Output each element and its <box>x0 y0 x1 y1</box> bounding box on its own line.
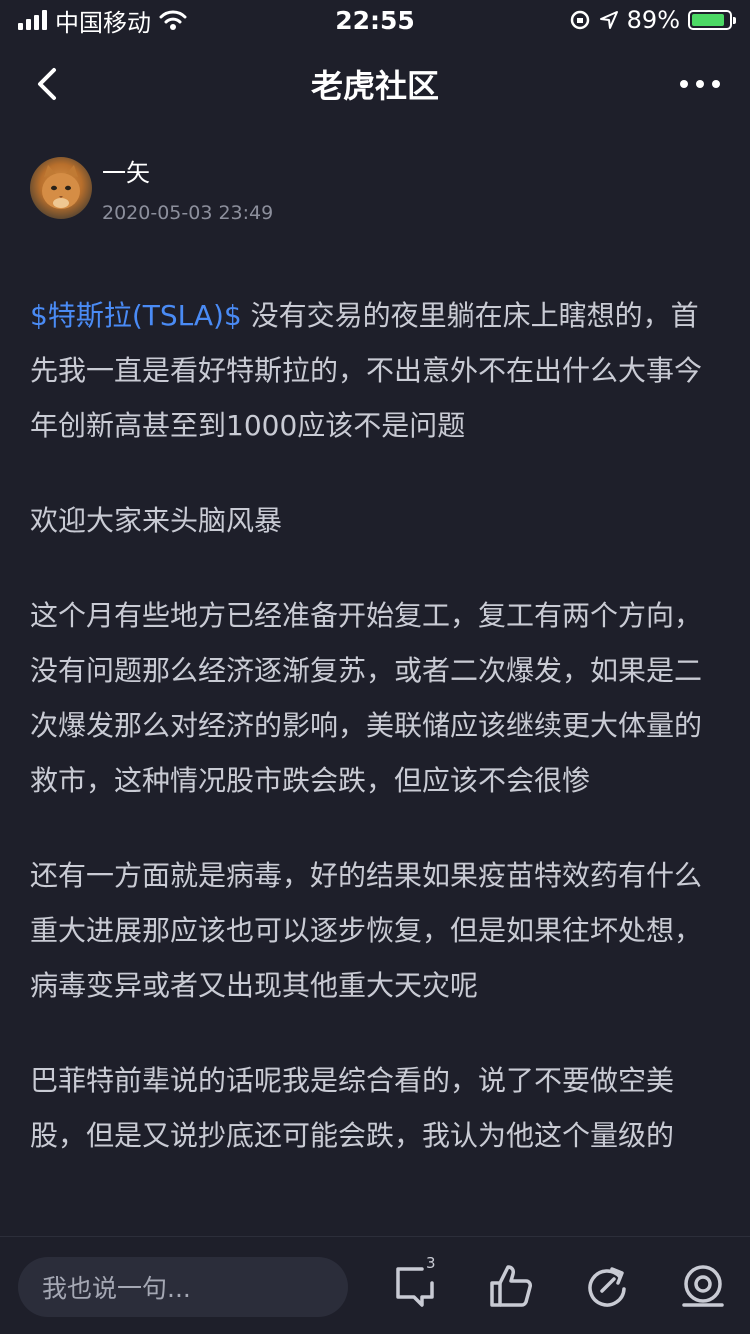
share-icon[interactable] <box>584 1263 630 1309</box>
battery-icon <box>688 10 736 30</box>
more-icon[interactable] <box>680 70 720 98</box>
status-left: 中国移动 <box>18 3 187 38</box>
eye-icon[interactable] <box>680 1263 726 1309</box>
orientation-lock-icon <box>570 10 589 30</box>
post-paragraph: 巴菲特前辈说的话呢我是综合看的，说了不要做空美股，但是又说抄底还可能会跌，我认为… <box>30 1064 675 1152</box>
post-paragraph: 这个月有些地方已经准备开始复工，复工有两个方向，没有问题那么经济逐渐复苏，或者二… <box>30 599 703 797</box>
post-paragraph: 欢迎大家来头脑风暴 <box>30 504 283 537</box>
comment-count-badge: 3 <box>426 1254 436 1272</box>
bottom-action-bar: 我也说一句... <box>0 1236 750 1334</box>
carrier-name: 中国移动 <box>55 8 151 37</box>
avatar[interactable] <box>30 157 92 219</box>
cat-avatar-icon <box>42 165 80 209</box>
location-icon <box>599 11 618 29</box>
back-icon[interactable] <box>28 62 68 106</box>
screen: 中国移动 22:55 89% 老虎社区 一矢 2020-05-03 23:49 … <box>0 0 750 1334</box>
stock-ticker-link[interactable]: $特斯拉(TSLA)$ <box>30 299 242 332</box>
battery-percent: 89% <box>626 6 680 34</box>
wifi-icon <box>159 10 187 30</box>
author-info: 一矢 2020-05-03 23:49 <box>102 153 273 224</box>
comment-input[interactable]: 我也说一句... <box>18 1257 348 1317</box>
like-icon[interactable] <box>488 1263 534 1309</box>
author-name[interactable]: 一矢 <box>102 153 273 188</box>
nav-bar: 老虎社区 <box>0 40 750 128</box>
post-body: $特斯拉(TSLA)$ 没有交易的夜里躺在床上瞎想的，首先我一直是看好特斯拉的，… <box>30 288 724 1203</box>
status-bar: 中国移动 22:55 89% <box>0 0 750 40</box>
author-header: 一矢 2020-05-03 23:49 <box>30 156 273 224</box>
status-right: 89% <box>569 6 736 34</box>
post-paragraph: 还有一方面就是病毒，好的结果如果疫苗特效药有什么重大进展那应该也可以逐步恢复，但… <box>30 859 703 1002</box>
post-paragraph: $特斯拉(TSLA)$ 没有交易的夜里躺在床上瞎想的，首先我一直是看好特斯拉的，… <box>30 288 724 453</box>
post-date: 2020-05-03 23:49 <box>102 201 274 224</box>
signal-icon <box>18 10 47 30</box>
page-title: 老虎社区 <box>310 67 439 105</box>
battery-level <box>692 14 725 26</box>
